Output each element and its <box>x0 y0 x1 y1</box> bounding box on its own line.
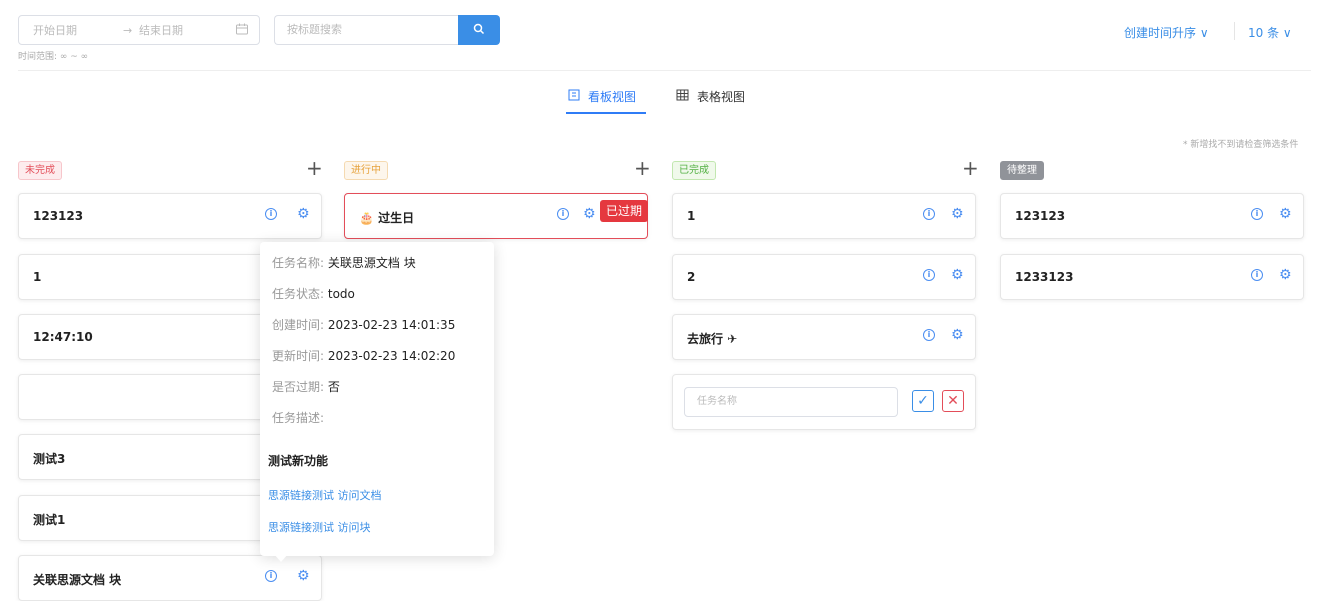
gear-icon[interactable]: ⚙ <box>297 569 310 583</box>
gear-icon[interactable]: ⚙ <box>583 207 596 221</box>
filter-hint: * 新增找不到请检查筛选条件 <box>1183 140 1299 150</box>
popover-arrow <box>274 554 288 562</box>
task-card[interactable]: 1 i ⚙ <box>672 193 976 239</box>
task-card[interactable]: 1233123 i ⚙ <box>1000 254 1304 300</box>
task-title: 测试3 <box>33 452 66 466</box>
tab-board-label: 看板视图 <box>588 90 637 104</box>
task-title: 123123 <box>1015 209 1066 223</box>
header-divider <box>18 70 1311 71</box>
gear-icon[interactable]: ⚙ <box>951 328 964 342</box>
column-tag-doing: 进行中 <box>344 161 388 180</box>
task-title: 1 <box>33 270 42 284</box>
add-card-done-button[interactable]: + <box>962 158 979 178</box>
gear-icon[interactable]: ⚙ <box>951 207 964 221</box>
info-icon[interactable]: i <box>1251 208 1263 220</box>
cancel-button[interactable]: ✕ <box>942 390 964 412</box>
task-title: 1 <box>687 209 696 223</box>
end-date-input[interactable]: 结束日期 <box>139 22 183 38</box>
page-size-select[interactable]: 10 条 ∨ <box>1248 24 1292 41</box>
add-card-doing-button[interactable]: + <box>634 158 651 178</box>
info-icon[interactable]: i <box>265 208 277 220</box>
popover-row-status: 任务状态: todo <box>272 287 355 301</box>
task-title: 12:47:10 <box>33 330 93 344</box>
info-icon[interactable]: i <box>265 570 277 582</box>
sort-select[interactable]: 创建时间升序 ∨ <box>1124 24 1209 41</box>
block-link[interactable]: 思源链接测试 访问块 <box>268 519 371 535</box>
search-button[interactable] <box>458 15 500 45</box>
task-card[interactable]: 2 i ⚙ <box>672 254 976 300</box>
task-title: 123123 <box>33 209 84 223</box>
task-title: 1233123 <box>1015 270 1074 284</box>
popover-row-name: 任务名称: 关联思源文档 块 <box>272 256 416 270</box>
board-icon <box>568 89 580 104</box>
task-card[interactable]: 123123 i ⚙ <box>1000 193 1304 239</box>
gear-icon[interactable]: ⚙ <box>1279 268 1292 282</box>
task-title: 测试1 <box>33 513 66 527</box>
toolbar-divider <box>1234 22 1235 40</box>
table-icon <box>676 89 689 104</box>
calendar-icon <box>235 22 249 39</box>
time-range-label: 时间范围: ∞ ~ ∞ <box>18 52 89 62</box>
active-tab-indicator <box>566 112 646 114</box>
start-date-input[interactable]: 开始日期 <box>33 22 77 38</box>
task-title: 2 <box>687 270 696 284</box>
confirm-button[interactable]: ✓ <box>912 390 934 412</box>
tab-table-view[interactable]: 表格视图 <box>676 88 745 105</box>
popover-row-overdue: 是否过期: 否 <box>272 380 340 394</box>
task-name-input[interactable]: 任务名称 <box>684 387 898 417</box>
task-title: 去旅行 ✈ <box>687 332 738 346</box>
add-card-todo-button[interactable]: + <box>306 158 323 178</box>
date-range-picker[interactable]: 开始日期 → 结束日期 <box>18 15 260 45</box>
info-icon[interactable]: i <box>923 329 935 341</box>
info-icon[interactable]: i <box>923 269 935 281</box>
column-tag-done: 已完成 <box>672 161 716 180</box>
popover-row-description: 任务描述: <box>272 411 325 425</box>
info-icon[interactable]: i <box>923 208 935 220</box>
tab-table-label: 表格视图 <box>697 90 746 104</box>
task-card[interactable]: 123123 i ⚙ <box>18 193 322 239</box>
gear-icon[interactable]: ⚙ <box>297 207 310 221</box>
overdue-badge: 已过期 <box>600 200 649 222</box>
popover-row-updated: 更新时间: 2023-02-23 14:02:20 <box>272 349 456 363</box>
popover-row-created: 创建时间: 2023-02-23 14:01:35 <box>272 318 456 332</box>
popover-section-title: 测试新功能 <box>268 454 329 468</box>
tab-board-view[interactable]: 看板视图 <box>568 88 636 105</box>
column-tag-todo: 未完成 <box>18 161 62 180</box>
gear-icon[interactable]: ⚙ <box>1279 207 1292 221</box>
task-title: 🎂 过生日 <box>359 211 415 225</box>
search-icon <box>473 23 485 38</box>
task-card[interactable]: 去旅行 ✈ i ⚙ <box>672 314 976 360</box>
task-title: 关联思源文档 块 <box>33 573 122 587</box>
doc-link[interactable]: 思源链接测试 访问文档 <box>268 487 382 503</box>
info-icon[interactable]: i <box>1251 269 1263 281</box>
search-input[interactable]: 按标题搜索 <box>274 15 460 45</box>
info-icon[interactable]: i <box>557 208 569 220</box>
range-arrow: → <box>123 23 133 37</box>
column-tag-pending: 待整理 <box>1000 161 1044 180</box>
gear-icon[interactable]: ⚙ <box>951 268 964 282</box>
